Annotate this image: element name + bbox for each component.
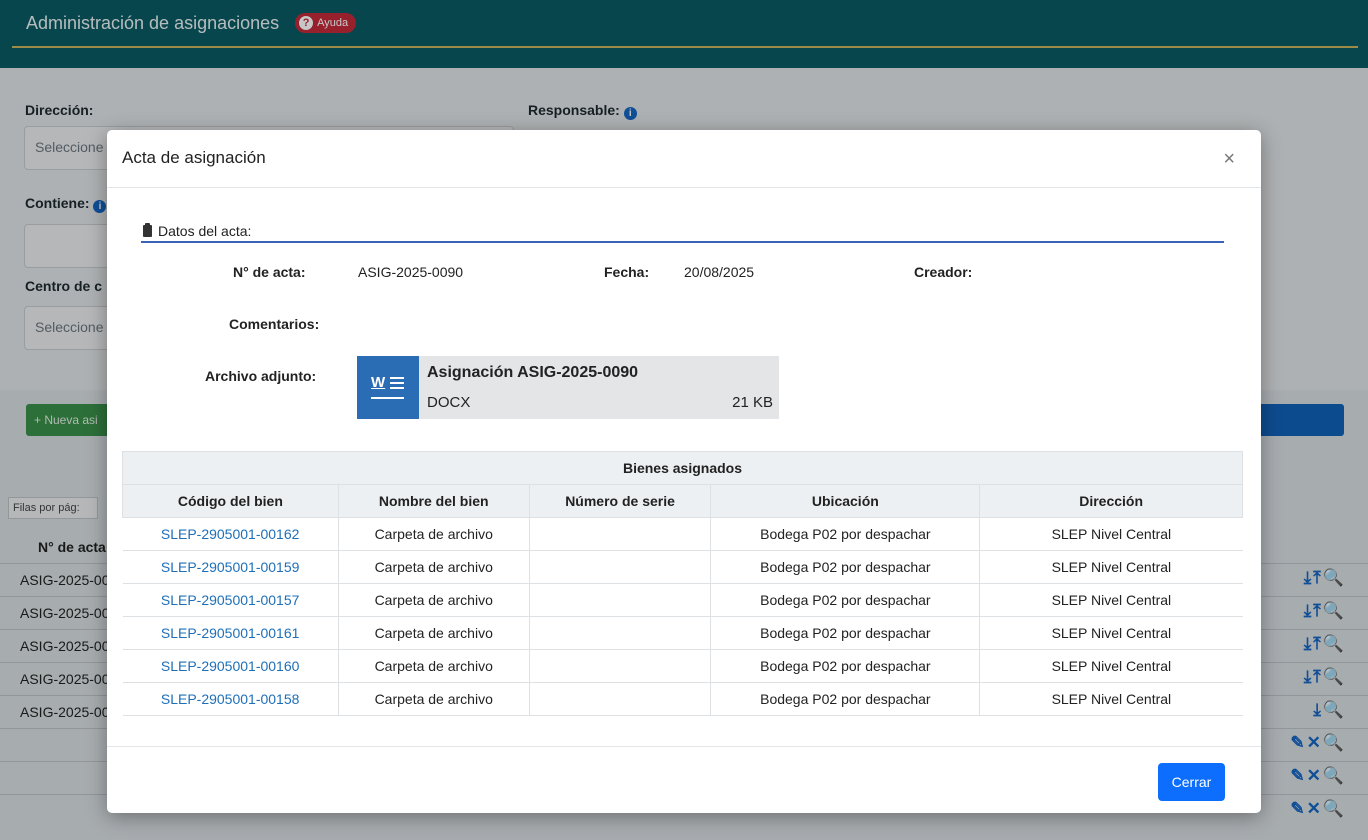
assets-group-header: Bienes asignados — [122, 451, 1243, 485]
creador-label: Creador: — [914, 264, 973, 280]
asset-code-link[interactable]: SLEP-2905001-00162 — [122, 517, 339, 551]
section-label: Datos del acta: — [158, 223, 252, 239]
attachment-size: 21 KB — [732, 394, 773, 411]
table-cell: SLEP Nivel Central — [979, 550, 1243, 584]
assets-table-body: SLEP-2905001-00162 Carpeta de archivo Bode… — [122, 517, 1243, 716]
table-row: SLEP-2905001-00162 Carpeta de archivo Bode… — [122, 517, 1243, 551]
clipboard-icon — [143, 223, 152, 237]
table-cell: Carpeta de archivo — [337, 616, 530, 650]
comentarios-label: Comentarios: — [229, 316, 320, 332]
asset-code-link[interactable]: SLEP-2905001-00160 — [122, 649, 339, 683]
column-header[interactable]: Dirección — [979, 484, 1243, 518]
table-cell: Bodega P02 por despachar — [710, 583, 980, 617]
table-cell: Bodega P02 por despachar — [710, 682, 980, 716]
table-cell: Carpeta de archivo — [337, 682, 530, 716]
table-cell: Bodega P02 por despachar — [710, 550, 980, 584]
table-cell — [528, 649, 711, 683]
modal-footer — [107, 746, 1261, 747]
archivo-label: Archivo adjunto: — [205, 368, 317, 384]
asset-code-link[interactable]: SLEP-2905001-00157 — [122, 583, 339, 617]
word-document-icon: W — [357, 356, 419, 419]
table-cell: SLEP Nivel Central — [979, 517, 1243, 551]
section-divider — [141, 241, 1224, 243]
table-cell — [528, 517, 711, 551]
table-row: SLEP-2905001-00160 Carpeta de archivo Bode… — [122, 649, 1243, 683]
asset-code-link[interactable]: SLEP-2905001-00161 — [122, 616, 339, 650]
acta-number-value: ASIG-2025-0090 — [358, 264, 464, 280]
modal-header: Acta de asignación × — [107, 130, 1261, 188]
table-cell — [528, 550, 711, 584]
table-row: SLEP-2905001-00161 Carpeta de archivo Bode… — [122, 616, 1243, 650]
acta-number-label: N° de acta: — [233, 264, 306, 280]
section-header: Datos del acta: — [143, 223, 251, 239]
table-cell — [528, 682, 711, 716]
table-cell: SLEP Nivel Central — [979, 649, 1243, 683]
table-cell: Carpeta de archivo — [337, 517, 530, 551]
attachment-card[interactable]: W Asignación ASIG-2025-0090 DOCX 21 KB — [357, 356, 779, 419]
column-header[interactable]: Nombre del bien — [337, 484, 530, 518]
table-cell: Carpeta de archivo — [337, 583, 530, 617]
table-cell: SLEP Nivel Central — [979, 583, 1243, 617]
attachment-type: DOCX — [427, 394, 471, 411]
acta-modal: Acta de asignación × Datos del acta: N° … — [107, 130, 1261, 813]
table-cell: Carpeta de archivo — [337, 550, 530, 584]
attachment-name: Asignación ASIG-2025-0090 — [427, 364, 639, 381]
close-icon[interactable]: × — [1223, 148, 1235, 171]
fecha-value: 20/08/2025 — [684, 264, 755, 280]
column-header[interactable]: Código del bien — [122, 484, 339, 518]
fecha-label: Fecha: — [604, 264, 650, 280]
table-cell: Carpeta de archivo — [337, 649, 530, 683]
table-cell — [528, 616, 711, 650]
modal-title: Acta de asignación — [122, 148, 266, 167]
table-row: SLEP-2905001-00157 Carpeta de archivo Bode… — [122, 583, 1243, 617]
table-cell: Bodega P02 por despachar — [710, 616, 980, 650]
table-cell: Bodega P02 por despachar — [710, 517, 980, 551]
column-header[interactable]: Ubicación — [710, 484, 981, 518]
asset-code-link[interactable]: SLEP-2905001-00158 — [122, 682, 339, 716]
table-cell: SLEP Nivel Central — [979, 616, 1243, 650]
table-cell: Bodega P02 por despachar — [710, 649, 980, 683]
cerrar-button[interactable]: Cerrar — [1158, 763, 1225, 801]
table-row: SLEP-2905001-00159 Carpeta de archivo Bode… — [122, 550, 1243, 584]
table-cell: SLEP Nivel Central — [979, 682, 1243, 716]
column-header[interactable]: Número de serie — [528, 484, 712, 518]
table-cell — [528, 583, 711, 617]
table-row: SLEP-2905001-00158 Carpeta de archivo Bode… — [122, 682, 1243, 716]
asset-code-link[interactable]: SLEP-2905001-00159 — [122, 550, 339, 584]
assets-table: Bienes asignados Código del bien Nombre … — [122, 451, 1243, 716]
